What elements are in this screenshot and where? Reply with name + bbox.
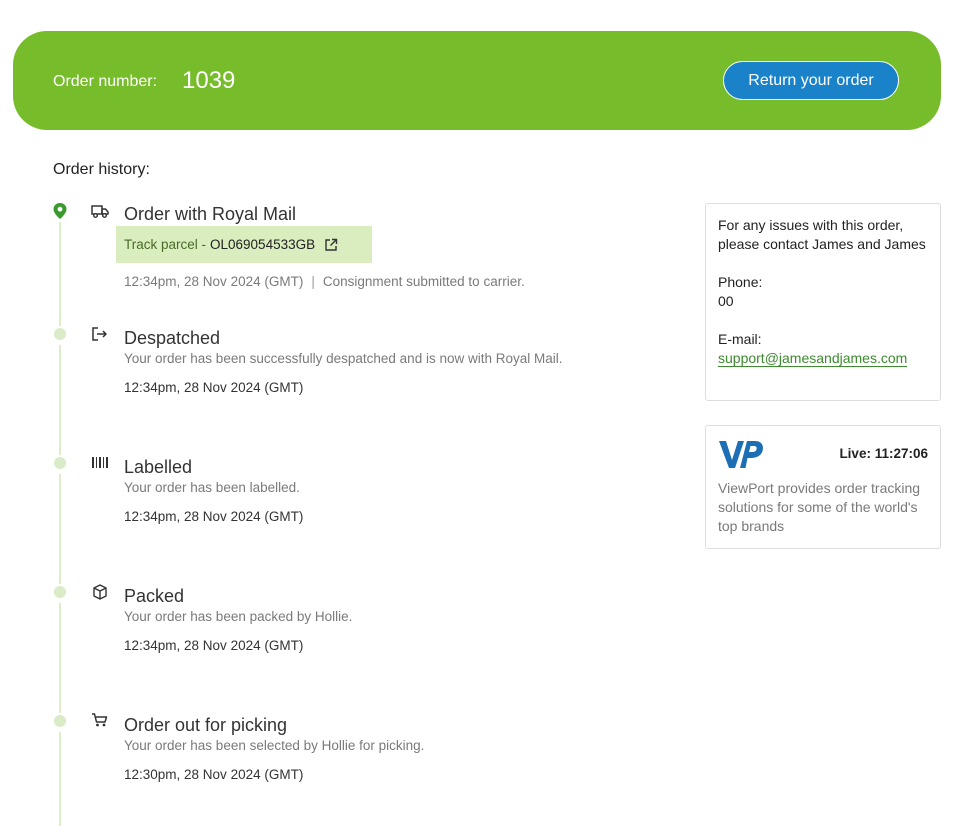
timeline-line — [59, 603, 61, 713]
truck-icon — [91, 205, 109, 218]
timeline-line — [59, 222, 61, 326]
timeline-dot — [54, 328, 66, 340]
tracking-number: OL069054533GB — [210, 237, 316, 252]
event-title: Order out for picking — [124, 715, 288, 735]
event-description: Your order has been selected by Hollie f… — [124, 738, 425, 753]
event-title: Labelled — [124, 457, 193, 477]
order-number: 1039 — [182, 67, 236, 94]
event-time: 12:34pm, 28 Nov 2024 (GMT) — [124, 274, 304, 289]
event-description: Your order has been packed by Hollie. — [124, 609, 353, 624]
return-order-button[interactable]: Return your order — [723, 61, 899, 100]
order-header: Order number: 1039 Return your order — [13, 31, 941, 130]
exit-icon — [92, 327, 107, 341]
phone-value: 00 — [718, 293, 734, 309]
event-timestamp: 12:34pm, 28 Nov 2024 (GMT) | Consignment s… — [124, 274, 525, 289]
timeline-line — [59, 474, 61, 584]
location-pin-icon — [53, 203, 67, 219]
viewport-description: ViewPort provides order tracking solutio… — [718, 480, 921, 534]
track-parcel-label: Track parcel - — [124, 237, 207, 252]
timeline-dot — [54, 457, 66, 469]
email-label: E-mail: — [718, 331, 762, 347]
event-description: Your order has been labelled. — [124, 480, 300, 495]
live-clock: Live: 11:27:06 — [839, 446, 928, 461]
event-title: Packed — [124, 586, 185, 606]
viewport-card: Live: 11:27:06 ViewPort provides order t… — [705, 425, 941, 549]
order-number-label: Order number: — [53, 73, 158, 90]
event-description: Your order has been successfully despatc… — [124, 351, 563, 366]
event-time: 12:30pm, 28 Nov 2024 (GMT) — [124, 767, 304, 782]
phone-label: Phone: — [718, 274, 763, 290]
package-icon — [93, 584, 107, 600]
event-time: 12:34pm, 28 Nov 2024 (GMT) — [124, 509, 304, 524]
event-time: 12:34pm, 28 Nov 2024 (GMT) — [124, 380, 304, 395]
cart-icon — [92, 713, 108, 727]
contact-card: For any issues with this order, please c… — [705, 203, 941, 401]
event-time: 12:34pm, 28 Nov 2024 (GMT) — [124, 638, 304, 653]
order-history-heading: Order history: — [53, 161, 150, 178]
event-title: Despatched — [124, 328, 221, 348]
timeline-line — [59, 732, 61, 826]
track-parcel-link[interactable]: Track parcel - OL069054533GB — [116, 226, 372, 263]
timeline-line — [59, 345, 61, 455]
separator: | — [311, 274, 315, 289]
event-title: Order with Royal Mail — [124, 204, 297, 224]
contact-intro: For any issues with this order, please c… — [718, 217, 926, 252]
timeline-dot — [54, 586, 66, 598]
viewport-logo — [719, 441, 763, 468]
timeline-dot — [54, 715, 66, 727]
external-link-icon — [325, 238, 338, 251]
barcode-icon — [92, 457, 108, 468]
support-email-link[interactable]: support@jamesandjames.com — [718, 350, 908, 367]
event-meta: Consignment submitted to carrier. — [322, 274, 525, 289]
